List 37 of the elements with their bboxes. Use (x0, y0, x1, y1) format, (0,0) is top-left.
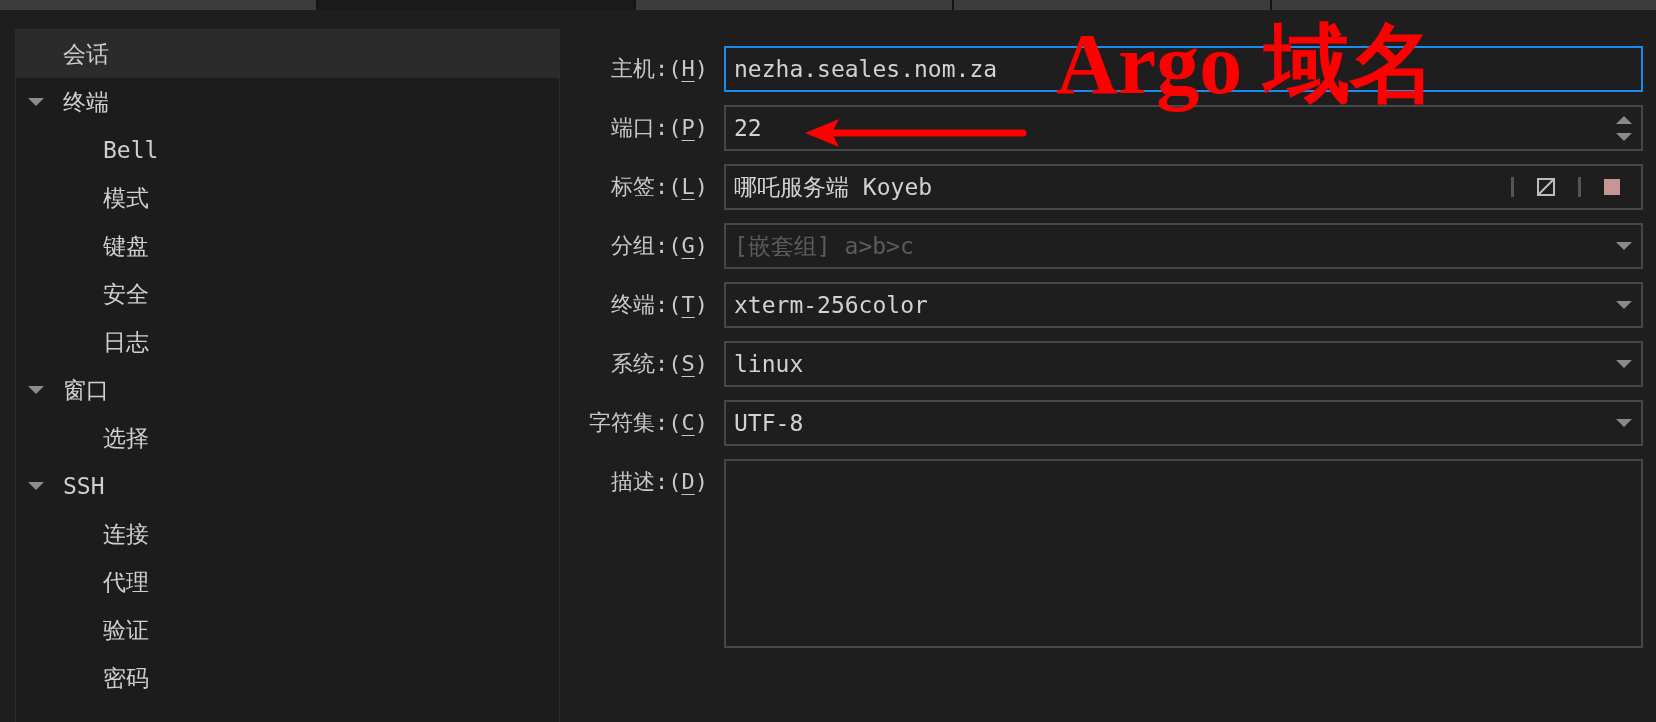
tree-item[interactable]: 连接 (16, 510, 559, 558)
field-label: 分组:(G) (610, 232, 708, 260)
caret-icon[interactable] (28, 98, 44, 106)
tree-item[interactable]: 代理 (16, 558, 559, 606)
field-label: 主机:(H) (610, 55, 708, 83)
tree-item[interactable]: 键盘 (16, 222, 559, 270)
field-label: 标签:(L) (610, 173, 708, 201)
tag-field[interactable]: 哪吒服务端 Koyeb (724, 164, 1643, 210)
caret-icon[interactable] (1616, 242, 1632, 250)
caret-icon[interactable] (1616, 360, 1632, 368)
field-label: 字符集:(C) (588, 409, 708, 437)
caret-icon[interactable] (1616, 419, 1632, 427)
tree-item[interactable]: 选择 (16, 414, 559, 462)
tree-item[interactable]: 安全 (16, 270, 559, 318)
color-swatch-icon[interactable] (1604, 179, 1620, 195)
field-label: 系统:(S) (610, 350, 708, 378)
field-label: 描述:(D) (610, 468, 708, 496)
tree-item[interactable]: 验证 (16, 606, 559, 654)
tree-item[interactable]: 窗口 (16, 366, 559, 414)
field-label: 终端:(T) (610, 291, 708, 319)
dropdown-field[interactable]: xterm-256color (724, 282, 1643, 328)
tree-item[interactable]: 密码 (16, 654, 559, 702)
tree-item[interactable]: 终端 (16, 78, 559, 126)
dropdown-field[interactable]: UTF-8 (724, 400, 1643, 446)
dropdown-field[interactable]: linux (724, 341, 1643, 387)
down-triangle-icon[interactable] (1616, 132, 1632, 141)
up-triangle-icon[interactable] (1616, 115, 1632, 124)
tree-item[interactable]: 会话 (16, 30, 559, 78)
caret-icon[interactable] (1616, 301, 1632, 309)
caret-icon[interactable] (28, 482, 44, 490)
tree-item[interactable]: 模式 (16, 174, 559, 222)
slashed-square-icon[interactable] (1537, 178, 1555, 196)
field-label: 端口:(P) (610, 114, 708, 142)
tree-item[interactable]: SSH (16, 462, 559, 510)
caret-icon[interactable] (28, 386, 44, 394)
tree-item[interactable]: 日志 (16, 318, 559, 366)
tree-item[interactable]: Bell (16, 126, 559, 174)
